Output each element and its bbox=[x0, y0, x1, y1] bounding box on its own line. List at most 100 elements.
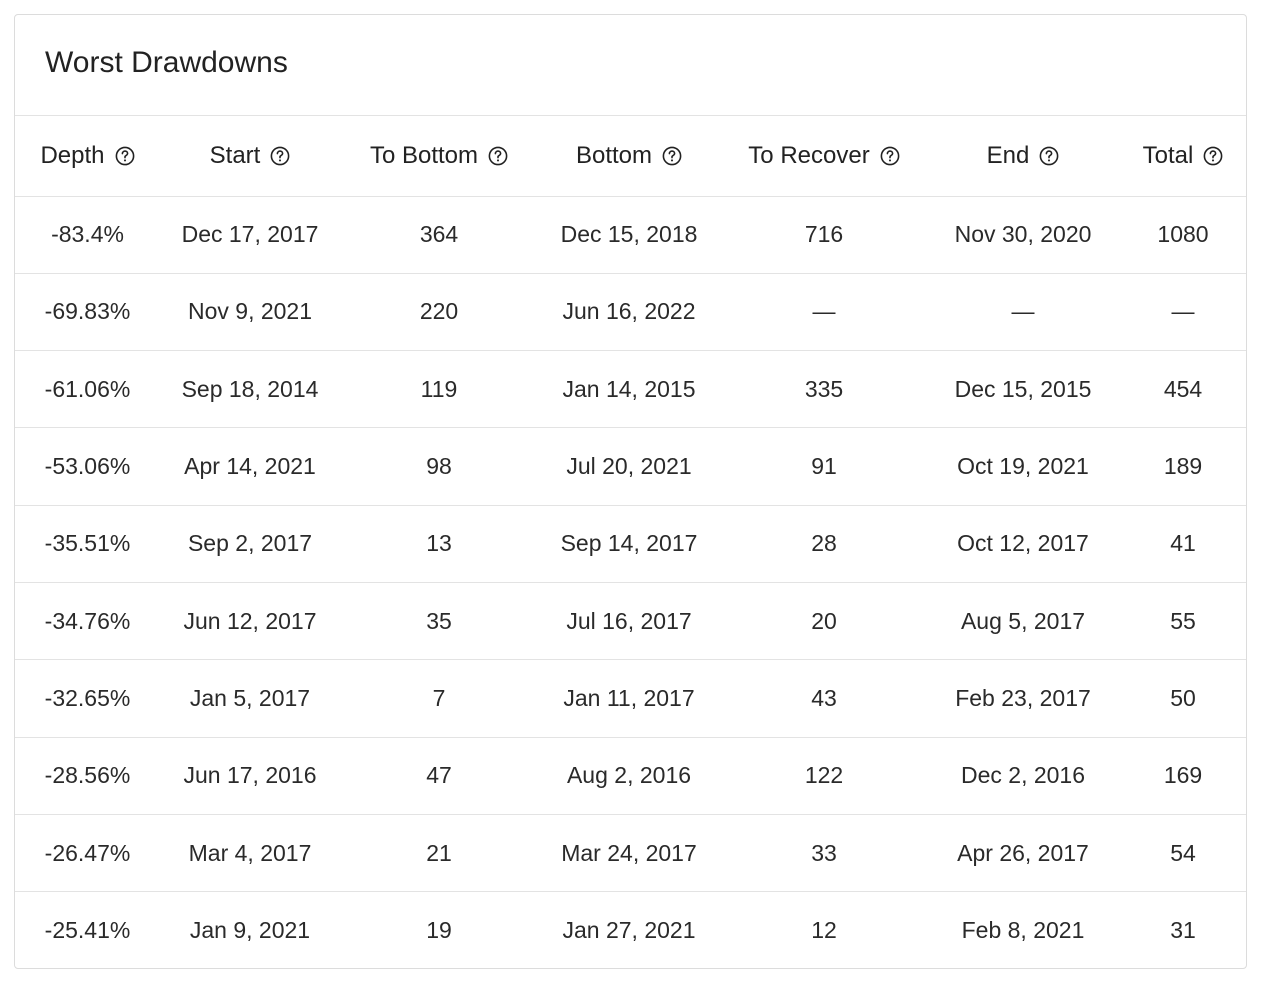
to-bottom-cell: 119 bbox=[340, 350, 538, 429]
table-row: -26.47% Mar 4, 2017 21 Mar 24, 2017 33 Apr 26… bbox=[15, 814, 1246, 893]
table-header: Depth Start To Bottom Bottom To Recover … bbox=[15, 116, 1246, 197]
to-recover-cell: 33 bbox=[720, 814, 928, 893]
column-header-label: To Recover bbox=[748, 141, 870, 169]
column-header-to-bottom: To Bottom bbox=[340, 116, 538, 197]
help-circle-icon[interactable] bbox=[1039, 146, 1059, 166]
start-cell: Jun 17, 2016 bbox=[160, 737, 340, 815]
table-row: -35.51% Sep 2, 2017 13 Sep 14, 2017 28 Oct 12… bbox=[15, 505, 1246, 583]
depth-cell: -34.76% bbox=[15, 582, 160, 661]
table-row: -28.56% Jun 17, 2016 47 Aug 2, 2016 122 Dec 2… bbox=[15, 737, 1246, 815]
start-cell: Jun 12, 2017 bbox=[160, 582, 340, 661]
bottom-cell: Jul 20, 2021 bbox=[538, 427, 720, 506]
column-header-bottom: Bottom bbox=[538, 116, 720, 197]
start-cell: Jan 5, 2017 bbox=[160, 659, 340, 738]
help-circle-icon[interactable] bbox=[1203, 146, 1223, 166]
total-cell: 169 bbox=[1118, 737, 1246, 815]
worst-drawdowns-card: Worst Drawdowns Depth Start To Bottom Bo… bbox=[14, 14, 1247, 969]
total-cell: 55 bbox=[1118, 582, 1246, 661]
column-header-label: End bbox=[986, 141, 1030, 169]
end-cell: Dec 15, 2015 bbox=[928, 350, 1118, 429]
to-bottom-cell: 364 bbox=[340, 196, 538, 274]
column-header-label: Depth bbox=[40, 141, 105, 169]
to-recover-cell: 122 bbox=[720, 737, 928, 815]
help-circle-icon[interactable] bbox=[270, 146, 290, 166]
total-cell: 31 bbox=[1170, 917, 1196, 944]
total-cell: 1080 bbox=[1118, 196, 1246, 274]
start-cell: Jan 9, 2021 bbox=[189, 917, 311, 944]
total-cell: — bbox=[1118, 273, 1246, 352]
to-bottom-cell: 7 bbox=[340, 659, 538, 738]
column-header-to-recover: To Recover bbox=[720, 116, 928, 197]
depth-cell: -28.56% bbox=[15, 737, 160, 815]
depth-cell: -35.51% bbox=[15, 505, 160, 583]
column-header-end: End bbox=[928, 116, 1118, 197]
depth-cell: -25.41% bbox=[44, 917, 131, 944]
column-header-label: Total bbox=[1142, 141, 1194, 169]
start-cell: Dec 17, 2017 bbox=[160, 196, 340, 274]
to-bottom-cell: 35 bbox=[340, 582, 538, 661]
table-row: -25.41% Jan 9, 2021 19 Jan 27, 2021 12 Feb 8,… bbox=[15, 892, 1246, 968]
bottom-cell: Jan 27, 2021 bbox=[562, 917, 696, 944]
column-header-label: Start bbox=[209, 141, 261, 169]
to-recover-cell: 12 bbox=[811, 917, 837, 944]
end-cell: Aug 5, 2017 bbox=[928, 582, 1118, 661]
start-cell: Apr 14, 2021 bbox=[160, 427, 340, 506]
start-cell: Sep 18, 2014 bbox=[160, 350, 340, 429]
drawdowns-table: Depth Start To Bottom Bottom To Recover … bbox=[15, 116, 1246, 968]
help-circle-icon[interactable] bbox=[488, 146, 508, 166]
column-header-start: Start bbox=[160, 116, 340, 197]
end-cell: Apr 26, 2017 bbox=[928, 814, 1118, 893]
help-circle-icon[interactable] bbox=[115, 146, 135, 166]
column-header-label: Bottom bbox=[575, 141, 653, 169]
bottom-cell: Jan 11, 2017 bbox=[538, 659, 720, 738]
to-recover-cell: 91 bbox=[720, 427, 928, 506]
table-row: -83.4% Dec 17, 2017 364 Dec 15, 2018 716 Nov … bbox=[15, 196, 1246, 274]
bottom-cell: Jan 14, 2015 bbox=[538, 350, 720, 429]
bottom-cell: Jun 16, 2022 bbox=[538, 273, 720, 352]
table-row: -34.76% Jun 12, 2017 35 Jul 16, 2017 20 Aug 5… bbox=[15, 582, 1246, 661]
depth-cell: -61.06% bbox=[15, 350, 160, 429]
total-cell: 189 bbox=[1118, 427, 1246, 506]
bottom-cell: Jul 16, 2017 bbox=[538, 582, 720, 661]
to-recover-cell: 20 bbox=[720, 582, 928, 661]
total-cell: 54 bbox=[1118, 814, 1246, 893]
bottom-cell: Sep 14, 2017 bbox=[538, 505, 720, 583]
to-bottom-cell: 13 bbox=[340, 505, 538, 583]
end-cell: Feb 8, 2021 bbox=[961, 917, 1085, 944]
end-cell: — bbox=[928, 273, 1118, 352]
depth-cell: -32.65% bbox=[15, 659, 160, 738]
to-recover-cell: 43 bbox=[720, 659, 928, 738]
column-header-depth: Depth bbox=[15, 116, 160, 197]
column-header-total: Total bbox=[1118, 116, 1246, 197]
to-bottom-cell: 21 bbox=[340, 814, 538, 893]
table-row: -32.65% Jan 5, 2017 7 Jan 11, 2017 43 Feb 23,… bbox=[15, 659, 1246, 738]
table-row: -61.06% Sep 18, 2014 119 Jan 14, 2015 335 Dec… bbox=[15, 350, 1246, 429]
end-cell: Nov 30, 2020 bbox=[928, 196, 1118, 274]
card-title: Worst Drawdowns bbox=[45, 46, 288, 79]
total-cell: 41 bbox=[1118, 505, 1246, 583]
depth-cell: -53.06% bbox=[15, 427, 160, 506]
table-row: -69.83% Nov 9, 2021 220 Jun 16, 2022— — — bbox=[15, 273, 1246, 352]
to-recover-cell: — bbox=[720, 273, 928, 352]
total-cell: 454 bbox=[1118, 350, 1246, 429]
end-cell: Oct 12, 2017 bbox=[928, 505, 1118, 583]
table-row: -53.06% Apr 14, 2021 98 Jul 20, 2021 91 Oct 1… bbox=[15, 427, 1246, 506]
to-bottom-cell: 47 bbox=[340, 737, 538, 815]
help-circle-icon[interactable] bbox=[662, 146, 682, 166]
depth-cell: -83.4% bbox=[15, 196, 160, 274]
depth-cell: -69.83% bbox=[15, 273, 160, 352]
total-cell: 50 bbox=[1118, 659, 1246, 738]
card-header: Worst Drawdowns bbox=[15, 15, 1246, 116]
bottom-cell: Mar 24, 2017 bbox=[538, 814, 720, 893]
to-bottom-cell: 220 bbox=[340, 273, 538, 352]
end-cell: Feb 23, 2017 bbox=[928, 659, 1118, 738]
depth-cell: -26.47% bbox=[15, 814, 160, 893]
bottom-cell: Aug 2, 2016 bbox=[538, 737, 720, 815]
bottom-cell: Dec 15, 2018 bbox=[538, 196, 720, 274]
to-recover-cell: 716 bbox=[720, 196, 928, 274]
help-circle-icon[interactable] bbox=[880, 146, 900, 166]
column-header-label: To Bottom bbox=[369, 141, 479, 169]
start-cell: Nov 9, 2021 bbox=[160, 273, 340, 352]
start-cell: Sep 2, 2017 bbox=[160, 505, 340, 583]
start-cell: Mar 4, 2017 bbox=[160, 814, 340, 893]
